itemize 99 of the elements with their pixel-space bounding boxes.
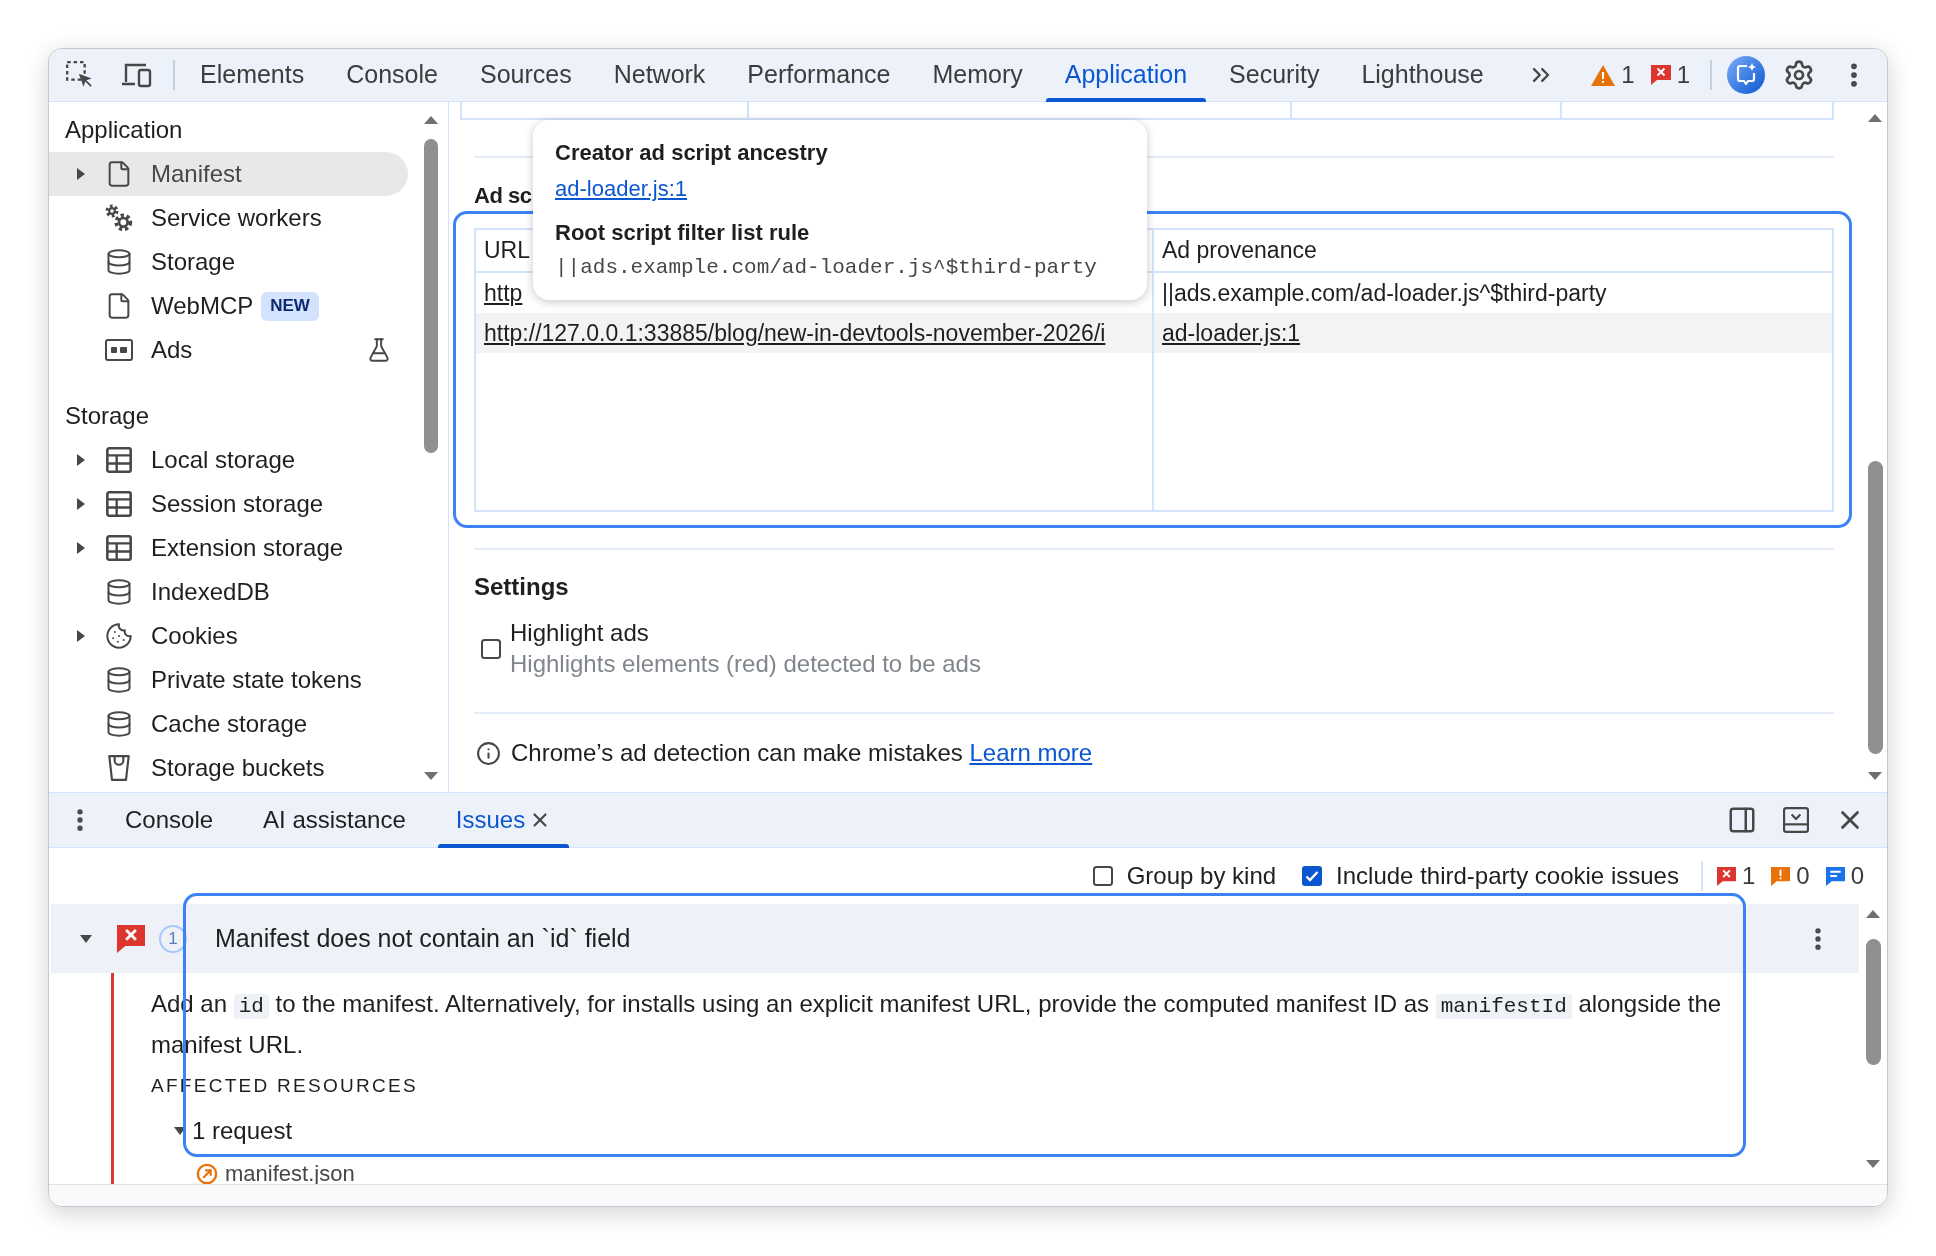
panel-tab[interactable]: Security [1208,49,1341,101]
column-header[interactable]: URL [484,233,530,268]
warning-icon[interactable] [1591,64,1616,86]
devices-icon[interactable] [122,62,152,88]
bucket-icon [105,754,133,782]
cookie-icon [105,622,133,650]
scrollbar-thumb[interactable] [1865,939,1881,1065]
panel-tab[interactable]: Sources [458,49,593,101]
checkbox[interactable] [481,638,501,659]
sidebar-item[interactable]: Manifest [49,152,408,196]
script-link[interactable]: ad-loader.js:1 [555,171,688,205]
resource-name[interactable]: manifest.json [225,1162,355,1186]
new-badge: NEW [261,291,319,321]
info-icon [476,740,501,766]
panel-tab[interactable]: Console [325,49,459,101]
section-heading: Application [64,115,184,145]
panel-tab[interactable]: Performance [726,49,912,101]
table-icon [105,446,133,474]
sidebar-item[interactable]: Storage buckets [49,746,408,790]
sidebar-item[interactable]: IndexedDB [49,570,408,614]
issue-count[interactable]: 1 [1676,57,1690,93]
sidebar-item[interactable]: Ads [49,328,408,372]
dock-side-icon[interactable] [1727,805,1757,835]
panel-tab[interactable]: Lighthouse [1340,49,1505,101]
table-icon [105,490,133,518]
sidebar-item[interactable]: WebMCP NEW [49,284,408,328]
error-icon[interactable] [1650,65,1671,85]
scrollbar-thumb[interactable] [1867,461,1883,754]
caret-down-icon[interactable] [80,934,92,943]
issue-count[interactable]: 0 [1796,858,1810,894]
issue-header[interactable]: 1 Manifest does not contain an `id` field [51,904,1859,973]
caret-right-icon[interactable] [77,498,85,510]
resource-group[interactable]: 1 request [192,1117,293,1145]
scroll-up-icon[interactable] [1868,114,1882,122]
database-icon [105,248,133,276]
sidebar-item[interactable]: Service workers [49,196,408,240]
section-heading: Settings [474,572,569,602]
checkbox[interactable] [1302,866,1323,886]
panel-tab[interactable]: Network [592,49,727,101]
caret-right-icon[interactable] [77,542,85,554]
column-header[interactable]: Ad provenance [1162,233,1317,268]
notice-text: Chrome’s ad detection can make mistakes Learn more [511,738,1093,768]
option-description: Highlights elements (red) detected to be ads [510,648,981,679]
caret-down-icon[interactable] [174,1127,186,1135]
gears-icon [105,204,133,232]
database-icon [105,578,133,606]
section-heading: Storage [64,401,151,431]
sidebar-item[interactable]: Private state tokens [49,658,408,702]
scrollbar-thumb[interactable] [424,139,438,453]
issue-count[interactable]: 1 [1621,57,1635,93]
checkbox-label[interactable]: Group by kind [1126,858,1277,894]
panel-icon [105,339,133,361]
settings-icon[interactable] [1783,59,1815,91]
option-label[interactable]: Highlight ads [510,618,981,648]
checkbox[interactable] [1092,866,1113,886]
dock-bottom-icon[interactable] [1783,807,1809,833]
caret-right-icon[interactable] [77,168,85,180]
ai-assistant-icon[interactable] [1727,56,1765,94]
drawer-tab[interactable]: Console [105,793,234,847]
sidebar-item[interactable]: Cookies [49,614,408,658]
sidebar-item[interactable]: Session storage [49,482,408,526]
checkbox-label[interactable]: Include third-party cookie issues [1336,858,1679,894]
learn-more-link[interactable]: Learn more [969,739,1093,766]
url-link[interactable]: http://127.0.0.1:33885/blog/new-in-devtools-november-2026/i [484,315,1106,351]
panel-tab[interactable]: Memory [911,49,1044,101]
issue-count[interactable]: 1 [1741,858,1756,894]
sidebar-item[interactable]: Local storage [49,438,408,482]
url-link[interactable]: http [484,275,523,311]
panel-tab[interactable]: Application [1043,49,1209,101]
scroll-down-icon[interactable] [1868,772,1882,780]
caret-right-icon[interactable] [77,630,85,642]
table-cell-text: ||ads.example.com/ad-loader.js^$third-party [1162,278,1607,308]
request-icon [196,1163,218,1185]
info-icon [1825,866,1845,886]
tooltip-title: Creator ad script ancestry [555,138,828,167]
scroll-up-icon[interactable] [424,116,438,124]
caret-right-icon[interactable] [77,454,85,466]
issue-count[interactable]: 0 [1850,858,1864,894]
error-icon [1716,866,1736,886]
issue-title: Manifest does not contain an `id` field [215,922,631,954]
error-icon [117,924,145,953]
tooltip-title: Root script filter list rule [555,218,810,247]
sidebar-item[interactable]: Cache storage [49,702,408,746]
scroll-down-icon[interactable] [1866,1160,1880,1168]
database-icon [105,710,133,738]
scroll-up-icon[interactable] [1866,910,1880,918]
table-icon [105,534,133,562]
drawer-tab[interactable]: Issues [435,793,572,847]
section-heading: Ad sc [474,181,532,210]
database-icon [105,666,133,694]
sidebar-item[interactable]: Extension storage [49,526,408,570]
drawer-tab[interactable]: AI assistance [243,793,426,847]
script-link[interactable]: ad-loader.js:1 [1162,315,1301,351]
sidebar-item[interactable]: Storage [49,240,408,284]
filter-rule: ||ads.example.com/ad-loader.js^$third-party [555,255,1097,282]
panel-tab[interactable]: Elements [179,49,326,101]
inspect-icon[interactable] [66,61,94,89]
warning-icon [1771,866,1791,886]
scroll-down-icon[interactable] [424,772,438,780]
